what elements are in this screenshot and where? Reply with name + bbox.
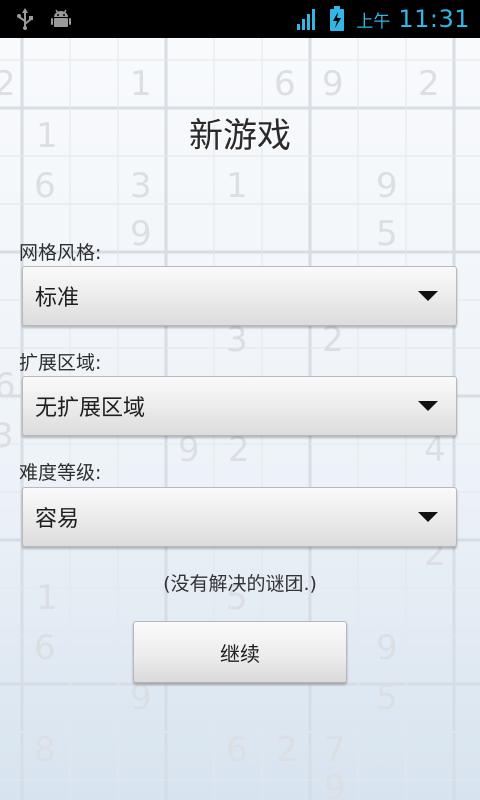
difficulty-spinner[interactable]: 容易 — [22, 487, 457, 547]
extended-region-spinner[interactable]: 无扩展区域 — [22, 376, 457, 436]
bg-digit: 8 — [34, 730, 56, 770]
bg-digit: 3 — [226, 320, 248, 360]
bg-digit: 9 — [376, 166, 398, 206]
extended-region-value: 无扩展区域 — [35, 396, 146, 421]
status-time: 11:31 — [398, 5, 470, 33]
grid-style-label: 网格风格: — [19, 242, 102, 264]
bg-digit: 2 — [276, 730, 298, 770]
bg-digit: 3 — [0, 416, 14, 456]
bg-digit: 1 — [130, 64, 152, 104]
bg-digit: 2 — [228, 430, 250, 470]
dropdown-caret-icon — [418, 401, 438, 411]
bg-digit: 7 — [324, 730, 346, 770]
bg-digit: 9 — [178, 430, 200, 470]
bg-digit: 4 — [424, 430, 446, 470]
bg-digit: 9 — [130, 214, 152, 254]
bg-digit: 5 — [376, 214, 398, 254]
extended-region-label: 扩展区域: — [19, 352, 102, 374]
bg-digit: 5 — [376, 678, 398, 718]
continue-button[interactable]: 继续 — [133, 621, 347, 683]
status-left — [14, 8, 72, 30]
status-right: 上午 11:31 — [296, 5, 470, 33]
page-title: 新游戏 — [189, 116, 291, 156]
android-debug-icon — [50, 8, 72, 30]
grid-style-value: 标准 — [35, 286, 80, 311]
bg-digit: 6 — [226, 730, 248, 770]
status-bar: 上午 11:31 — [0, 0, 480, 38]
grid-style-spinner[interactable]: 标准 — [22, 266, 457, 326]
status-ampm: 上午 — [356, 11, 391, 32]
bg-digit: 6 — [34, 628, 56, 668]
dropdown-caret-icon — [418, 291, 438, 301]
usb-icon — [14, 8, 36, 30]
bg-digit: 6 — [34, 166, 56, 206]
difficulty-value: 容易 — [35, 507, 80, 532]
bg-digit: 9 — [324, 768, 346, 800]
bg-digit: 2 — [418, 64, 440, 104]
signal-icon — [296, 8, 318, 30]
bg-digit: 9 — [376, 628, 398, 668]
bg-digit: 1 — [226, 166, 248, 206]
bg-digit: 3 — [130, 166, 152, 206]
puzzle-status-hint: (没有解决的谜团.) — [163, 573, 317, 595]
bg-digit: 6 — [274, 64, 296, 104]
bg-digit: 9 — [322, 64, 344, 104]
bg-digit: 9 — [130, 678, 152, 718]
difficulty-label: 难度等级: — [19, 462, 102, 484]
dropdown-caret-icon — [418, 512, 438, 522]
bg-digit: 2 — [322, 320, 344, 360]
battery-charging-icon — [326, 6, 348, 31]
bg-digit: 6 — [0, 366, 16, 406]
bg-digit: 2 — [0, 64, 16, 104]
